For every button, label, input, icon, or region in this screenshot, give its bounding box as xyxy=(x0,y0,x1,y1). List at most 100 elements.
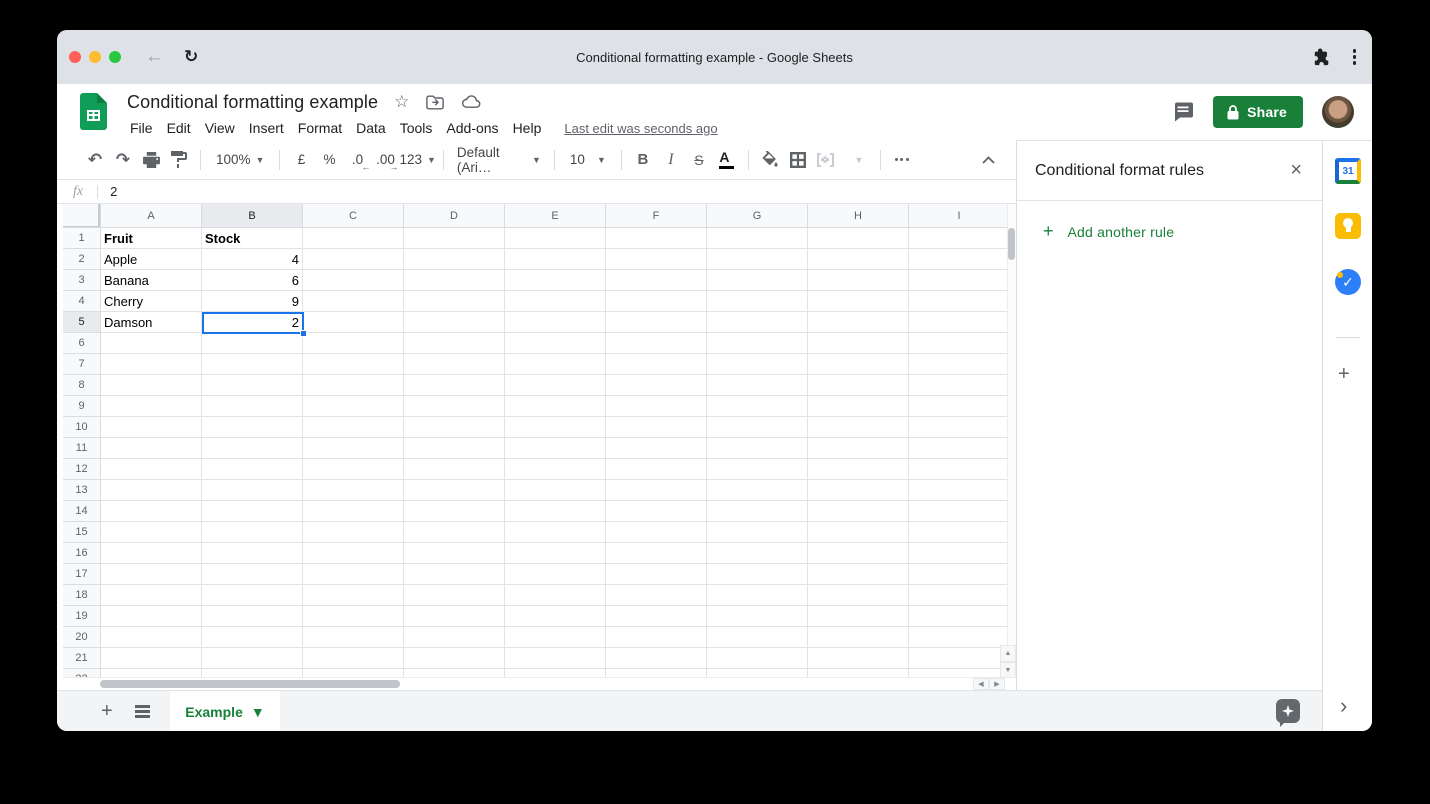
cell-H5[interactable] xyxy=(808,312,909,333)
cell-F18[interactable] xyxy=(606,585,707,606)
vertical-scrollbar[interactable] xyxy=(1007,204,1016,677)
cell-A8[interactable] xyxy=(101,375,202,396)
cell-A13[interactable] xyxy=(101,480,202,501)
column-header-A[interactable]: A xyxy=(101,204,202,228)
cell-I20[interactable] xyxy=(909,627,1010,648)
cell-A15[interactable] xyxy=(101,522,202,543)
cell-H20[interactable] xyxy=(808,627,909,648)
cell-F14[interactable] xyxy=(606,501,707,522)
scroll-up-button[interactable]: ▲ xyxy=(1000,645,1016,662)
cell-C8[interactable] xyxy=(303,375,404,396)
cell-A9[interactable] xyxy=(101,396,202,417)
cell-B11[interactable] xyxy=(202,438,303,459)
cell-A7[interactable] xyxy=(101,354,202,375)
cell-A4[interactable]: Cherry xyxy=(101,291,202,312)
decrease-decimal-button[interactable]: .0 ← xyxy=(343,146,371,174)
cell-E16[interactable] xyxy=(505,543,606,564)
row-header-19[interactable]: 19 xyxy=(63,606,101,627)
cell-B8[interactable] xyxy=(202,375,303,396)
cell-H13[interactable] xyxy=(808,480,909,501)
cell-H22[interactable] xyxy=(808,669,909,677)
cell-D1[interactable] xyxy=(404,228,505,249)
cell-F20[interactable] xyxy=(606,627,707,648)
vertical-scrollbar-thumb[interactable] xyxy=(1008,228,1015,260)
cell-E17[interactable] xyxy=(505,564,606,585)
collapse-toolbar-button[interactable] xyxy=(974,146,1002,174)
cell-G7[interactable] xyxy=(707,354,808,375)
get-add-ons-button[interactable]: + xyxy=(1338,363,1350,386)
document-title[interactable]: Conditional formatting example xyxy=(127,92,378,113)
column-header-F[interactable]: F xyxy=(606,204,707,228)
share-button[interactable]: Share xyxy=(1213,96,1303,128)
menu-help[interactable]: Help xyxy=(506,118,549,138)
cell-H8[interactable] xyxy=(808,375,909,396)
star-icon[interactable]: ☆ xyxy=(394,92,409,112)
cell-I15[interactable] xyxy=(909,522,1010,543)
cell-F21[interactable] xyxy=(606,648,707,669)
cell-G3[interactable] xyxy=(707,270,808,291)
cell-F4[interactable] xyxy=(606,291,707,312)
cell-A3[interactable]: Banana xyxy=(101,270,202,291)
redo-button[interactable]: ↷ xyxy=(109,146,137,174)
row-header-13[interactable]: 13 xyxy=(63,480,101,501)
zoom-select[interactable]: 100% ▼ xyxy=(208,146,272,174)
cell-C10[interactable] xyxy=(303,417,404,438)
row-header-17[interactable]: 17 xyxy=(63,564,101,585)
fill-handle[interactable] xyxy=(300,330,307,337)
cell-F19[interactable] xyxy=(606,606,707,627)
cell-D11[interactable] xyxy=(404,438,505,459)
column-header-H[interactable]: H xyxy=(808,204,909,228)
row-header-9[interactable]: 9 xyxy=(63,396,101,417)
cell-B4[interactable]: 9 xyxy=(202,291,303,312)
font-select[interactable]: Default (Ari… ▼ xyxy=(451,146,547,174)
avatar[interactable] xyxy=(1322,96,1354,128)
cell-E21[interactable] xyxy=(505,648,606,669)
cell-C15[interactable] xyxy=(303,522,404,543)
cell-F15[interactable] xyxy=(606,522,707,543)
cell-D7[interactable] xyxy=(404,354,505,375)
row-header-3[interactable]: 3 xyxy=(63,270,101,291)
cell-G4[interactable] xyxy=(707,291,808,312)
column-header-I[interactable]: I xyxy=(909,204,1010,228)
column-header-B[interactable]: B xyxy=(202,204,303,228)
calendar-icon[interactable]: 31 xyxy=(1335,158,1361,184)
cell-I8[interactable] xyxy=(909,375,1010,396)
cell-C16[interactable] xyxy=(303,543,404,564)
cell-E7[interactable] xyxy=(505,354,606,375)
cell-A20[interactable] xyxy=(101,627,202,648)
cell-B2[interactable]: 4 xyxy=(202,249,303,270)
cell-B17[interactable] xyxy=(202,564,303,585)
cell-D17[interactable] xyxy=(404,564,505,585)
cell-H10[interactable] xyxy=(808,417,909,438)
cell-E9[interactable] xyxy=(505,396,606,417)
cell-D20[interactable] xyxy=(404,627,505,648)
cell-E22[interactable] xyxy=(505,669,606,677)
cell-A2[interactable]: Apple xyxy=(101,249,202,270)
cell-C4[interactable] xyxy=(303,291,404,312)
column-header-D[interactable]: D xyxy=(404,204,505,228)
cell-G20[interactable] xyxy=(707,627,808,648)
cell-I10[interactable] xyxy=(909,417,1010,438)
cell-B21[interactable] xyxy=(202,648,303,669)
menu-data[interactable]: Data xyxy=(349,118,393,138)
tasks-icon[interactable]: ✓ xyxy=(1335,269,1361,295)
cell-B22[interactable] xyxy=(202,669,303,677)
cell-G22[interactable] xyxy=(707,669,808,677)
cell-A1[interactable]: Fruit xyxy=(101,228,202,249)
cell-C11[interactable] xyxy=(303,438,404,459)
more-toolbar-button[interactable] xyxy=(888,146,916,174)
cell-I1[interactable] xyxy=(909,228,1010,249)
strikethrough-button[interactable]: S xyxy=(685,146,713,174)
cell-H18[interactable] xyxy=(808,585,909,606)
cell-D8[interactable] xyxy=(404,375,505,396)
cell-I7[interactable] xyxy=(909,354,1010,375)
format-currency-button[interactable]: £ xyxy=(287,146,315,174)
font-size-select[interactable]: 10 ▼ xyxy=(562,146,614,174)
cell-G9[interactable] xyxy=(707,396,808,417)
cell-F6[interactable] xyxy=(606,333,707,354)
cell-G18[interactable] xyxy=(707,585,808,606)
cell-E10[interactable] xyxy=(505,417,606,438)
cell-C20[interactable] xyxy=(303,627,404,648)
paint-format-button[interactable] xyxy=(165,146,193,174)
cell-B20[interactable] xyxy=(202,627,303,648)
